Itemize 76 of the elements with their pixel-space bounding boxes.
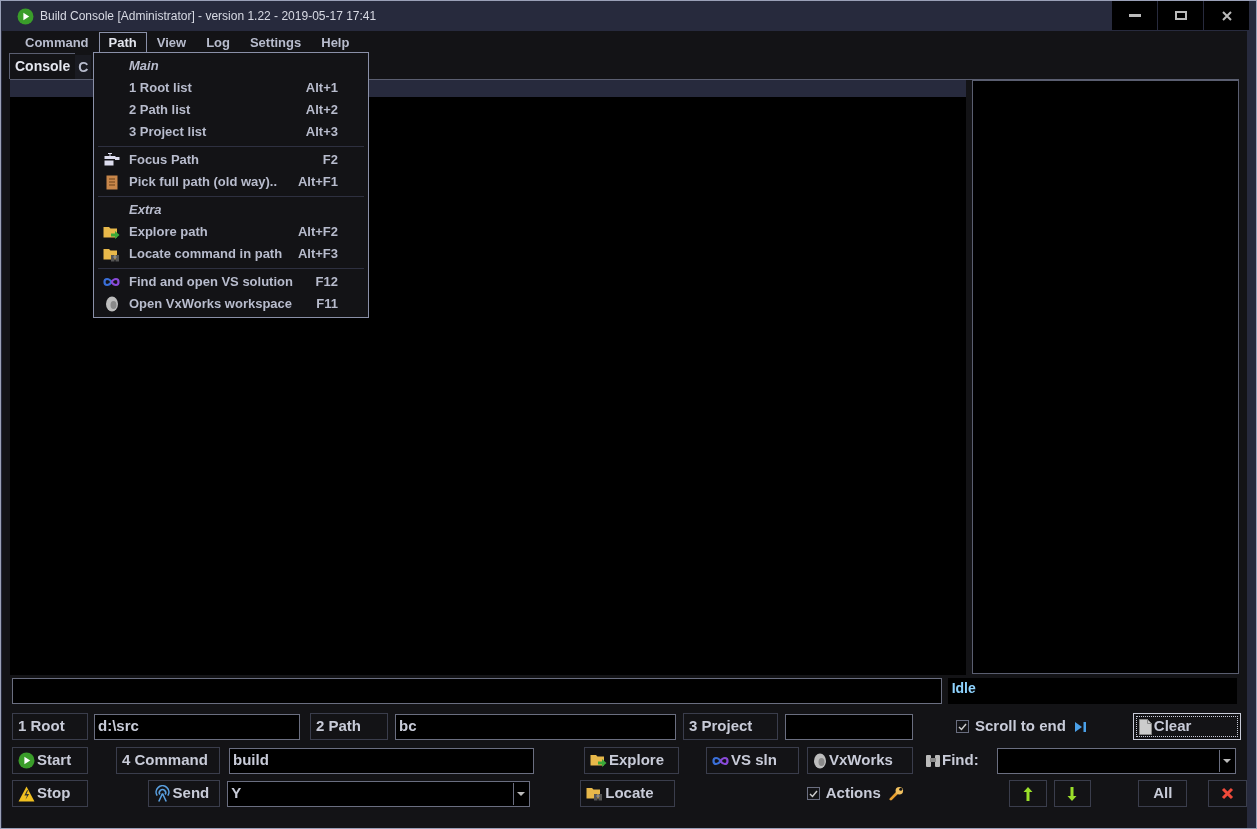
status-text: Idle xyxy=(947,678,1237,704)
menu-item[interactable]: Explore path Alt+F2 xyxy=(94,221,368,243)
clear-find-button[interactable] xyxy=(1208,780,1247,807)
folder-binoculars-icon xyxy=(103,246,120,262)
menu-item[interactable]: Pick full path (old way).. Alt+F1 xyxy=(94,171,368,193)
path-field[interactable]: bc xyxy=(395,713,676,740)
dropdown-arrow-icon[interactable] xyxy=(1218,749,1234,772)
all-button[interactable]: All xyxy=(1138,780,1188,807)
start-button[interactable]: Start xyxy=(12,747,88,774)
actions-checkbox-label[interactable]: Actions xyxy=(825,782,881,805)
menu-section-header: Extra xyxy=(129,201,162,220)
tab[interactable]: C xyxy=(75,55,92,79)
explore-button[interactable]: Explore xyxy=(584,747,679,774)
menu-item[interactable]: Command xyxy=(15,32,99,53)
up-arrow-icon xyxy=(1022,785,1033,802)
form-icon xyxy=(103,153,120,167)
command-button[interactable]: 4 Command xyxy=(116,747,220,774)
maximize-button[interactable] xyxy=(1158,1,1203,30)
find-field[interactable] xyxy=(996,747,1236,774)
menu-item[interactable]: Log xyxy=(196,32,240,53)
command-field[interactable]: build xyxy=(229,747,534,774)
close-icon xyxy=(1221,787,1235,800)
warning-icon xyxy=(18,785,35,802)
vxworks-button[interactable]: VxWorks xyxy=(807,747,913,774)
send-button[interactable]: Send xyxy=(147,780,221,807)
checkbox[interactable] xyxy=(956,720,969,733)
menu-item[interactable]: 1 Root list Alt+1 xyxy=(94,77,368,99)
folder-arrow-icon xyxy=(590,753,607,768)
folder-arrow-icon xyxy=(103,224,120,240)
vs-solution-button[interactable]: VS sln xyxy=(706,747,799,774)
document-icon xyxy=(1138,718,1152,735)
play-icon xyxy=(18,752,35,769)
binoculars-icon xyxy=(925,753,941,768)
antenna-icon xyxy=(153,785,171,802)
menu-item[interactable]: Open VxWorks workspace F11 xyxy=(94,293,368,315)
close-icon xyxy=(1221,10,1232,21)
menu-item[interactable]: Locate command in path Alt+F3 xyxy=(94,243,368,265)
infinity-icon xyxy=(103,277,120,287)
root-button[interactable]: 1 Root xyxy=(12,713,88,740)
stop-button[interactable]: Stop xyxy=(12,780,88,807)
menu-item[interactable]: Help xyxy=(311,32,360,53)
folder-binoculars-icon xyxy=(586,786,604,801)
notepad-icon xyxy=(105,174,118,190)
skip-to-end-icon xyxy=(1073,720,1087,733)
menu-item[interactable]: 2 Path list Alt+2 xyxy=(94,99,368,121)
locate-button[interactable]: Locate xyxy=(580,780,675,807)
window-title: Build Console [Administrator] - version 1.22 - 2019-05-17 17:41 xyxy=(40,8,377,25)
send-field[interactable]: Y xyxy=(227,780,531,807)
project-field[interactable] xyxy=(785,713,913,740)
root-field[interactable]: d:\src xyxy=(94,713,300,740)
project-button[interactable]: 3 Project xyxy=(683,713,778,740)
menu-item[interactable]: View xyxy=(146,32,197,53)
infinity-icon xyxy=(712,755,729,766)
checkbox[interactable] xyxy=(806,787,820,800)
stone-icon xyxy=(104,296,119,312)
menu-item[interactable]: Find and open VS solution F12 xyxy=(94,271,368,293)
minimize-icon xyxy=(1128,13,1141,18)
menu-item[interactable]: Path xyxy=(98,32,147,53)
stone-icon xyxy=(813,752,827,769)
scroll-to-end-checkbox-label[interactable]: Scroll to end xyxy=(975,715,1066,738)
close-button[interactable] xyxy=(1204,1,1249,30)
up-button[interactable] xyxy=(1008,780,1047,807)
find-label: Find: xyxy=(942,750,979,771)
play-icon xyxy=(17,7,34,25)
menu-item[interactable]: Settings xyxy=(239,32,312,53)
path-button[interactable]: 2 Path xyxy=(310,713,388,740)
maximize-icon xyxy=(1174,10,1187,21)
menu-item[interactable]: Focus Path F2 xyxy=(94,149,368,171)
minimize-button[interactable] xyxy=(1112,1,1157,30)
down-arrow-icon xyxy=(1067,785,1078,802)
menu-item[interactable]: 3 Project list Alt+3 xyxy=(94,121,368,143)
tab[interactable]: Console xyxy=(9,53,76,79)
wrench-icon xyxy=(888,786,904,801)
menu-section-header: Main xyxy=(129,57,159,76)
down-button[interactable] xyxy=(1053,780,1092,807)
clear-button[interactable]: Clear xyxy=(1132,713,1241,740)
